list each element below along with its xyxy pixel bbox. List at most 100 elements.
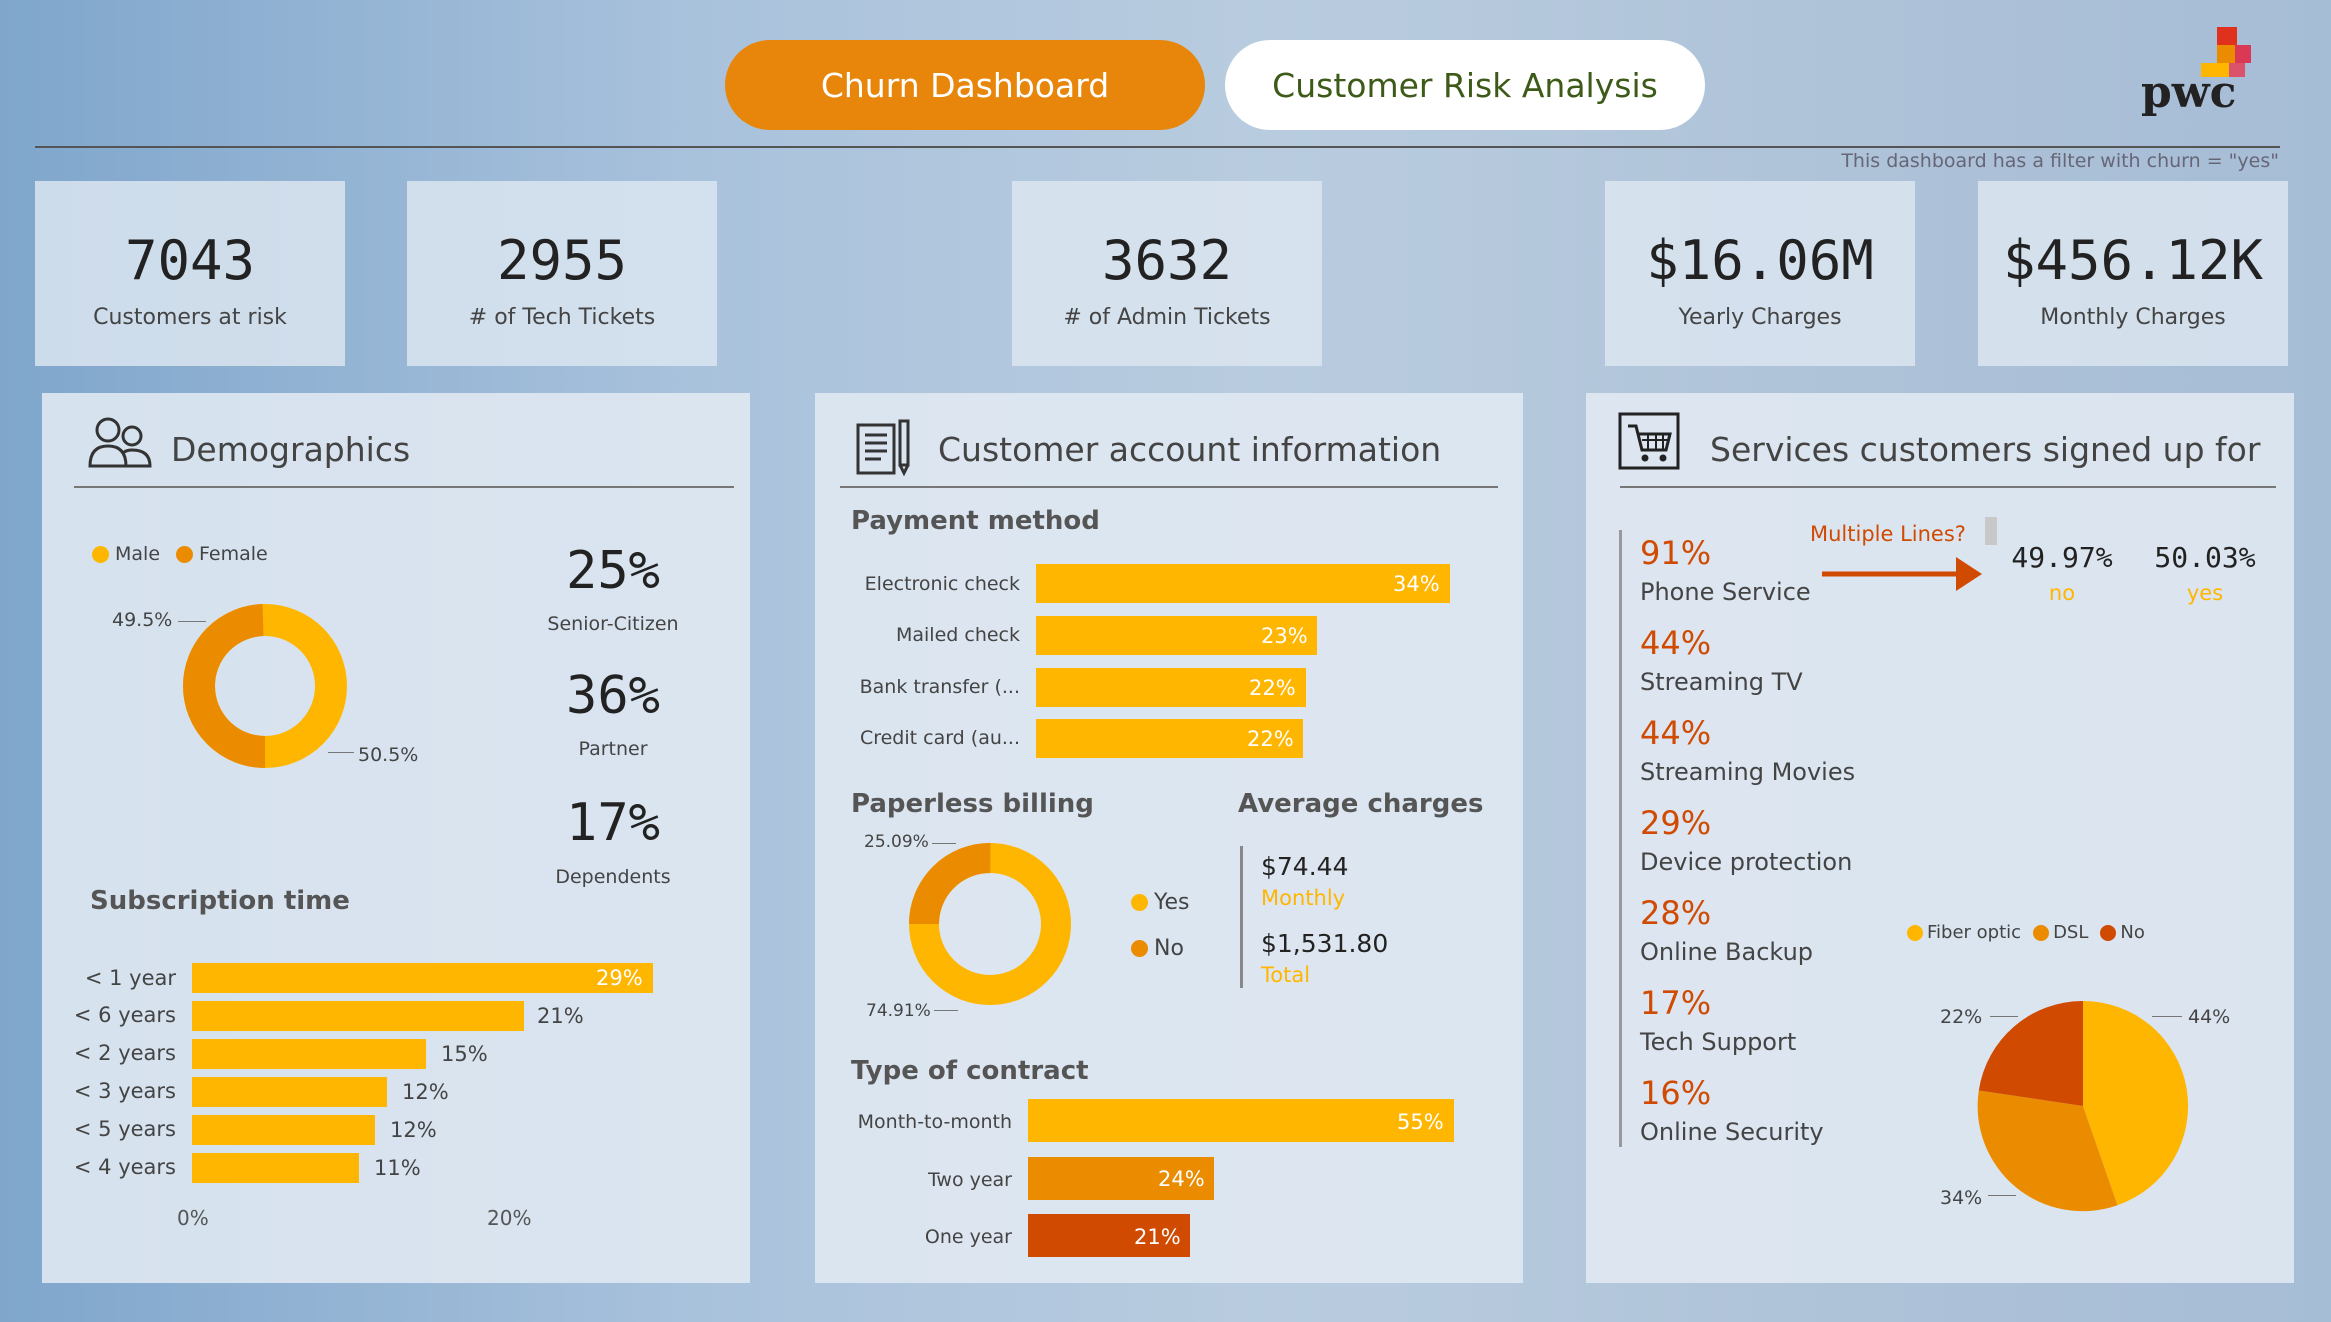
account-divider	[840, 486, 1498, 488]
legend-dot-dsl	[2033, 924, 2050, 941]
arrow-right-icon	[1822, 557, 1982, 591]
header-divider	[35, 146, 2280, 148]
shopping-cart-icon	[1618, 412, 1680, 470]
pay-value-bank: 22%	[1249, 676, 1296, 700]
sub-bar-4y	[192, 1153, 359, 1183]
avg-charges-title: Average charges	[1238, 789, 1484, 819]
paperless-leader-yes	[934, 1010, 958, 1011]
pwc-logo: pwc	[2135, 25, 2265, 125]
paperless-donut-chart	[909, 843, 1071, 1005]
tab-churn-dashboard[interactable]: Churn Dashboard	[725, 40, 1205, 130]
stat-dependents-value: 17%	[566, 793, 660, 853]
kpi-label: Monthly Charges	[2040, 305, 2226, 330]
kpi-label: Customers at risk	[93, 305, 287, 330]
legend-yes-label: Yes	[1154, 890, 1190, 915]
svc-label-backup: Online Backup	[1640, 938, 1814, 966]
kpi-card-monthly-charges: $456.12K Monthly Charges	[1978, 181, 2288, 366]
people-icon	[88, 417, 152, 468]
axis-tick-20: 20%	[487, 1206, 532, 1230]
pay-bar-echeck	[1036, 564, 1450, 603]
paperless-label-no: 25.09%	[864, 832, 929, 852]
stat-senior-value: 25%	[566, 541, 660, 601]
pay-label-mailed: Mailed check	[895, 624, 1020, 646]
filter-note: This dashboard has a filter with churn =…	[1841, 150, 2279, 172]
services-rule	[1619, 530, 1622, 1147]
gender-donut-chart	[183, 604, 347, 768]
kpi-value: $456.12K	[2002, 229, 2264, 292]
pie-label-fiber: 44%	[2188, 1006, 2231, 1028]
axis-tick-0: 0%	[177, 1206, 209, 1230]
kpi-value: 2955	[496, 229, 628, 292]
avg-monthly-value: $74.44	[1261, 852, 1349, 881]
stat-partner-label: Partner	[578, 738, 648, 760]
stat-dependents-label: Dependents	[555, 866, 671, 888]
stat-senior-label: Senior-Citizen	[547, 613, 679, 635]
sub-bar-6y	[192, 1001, 524, 1031]
legend-dot-no	[1131, 940, 1148, 957]
contract-value-2y: 24%	[1158, 1167, 1205, 1191]
sub-label-4y: < 4 years	[73, 1155, 176, 1179]
svc-label-device: Device protection	[1640, 848, 1853, 876]
multiple-lines-marker	[1985, 517, 1997, 545]
pay-value-mailed: 23%	[1261, 624, 1308, 648]
paperless-legend-no: No	[1131, 936, 1184, 961]
pie-leader-no	[1990, 1016, 2018, 1017]
subscription-title: Subscription time	[90, 886, 350, 916]
donut-leader-male	[178, 621, 206, 622]
svc-value-device: 29%	[1640, 804, 1712, 842]
kpi-card-admin-tickets: 3632 # of Admin Tickets	[1012, 181, 1322, 366]
pie-label-dsl: 34%	[1940, 1187, 1983, 1209]
donut-leader-female	[328, 752, 354, 753]
paperless-title: Paperless billing	[851, 789, 1094, 819]
sub-value-3y: 12%	[402, 1080, 449, 1104]
svc-value-movies: 44%	[1640, 714, 1712, 752]
invoice-icon	[856, 419, 910, 477]
svc-value-security: 16%	[1640, 1074, 1712, 1112]
pay-label-echeck: Electronic check	[864, 573, 1020, 595]
pie-leader-dsl	[1988, 1195, 2016, 1196]
payment-title: Payment method	[851, 506, 1100, 536]
contract-bar-m2m	[1028, 1099, 1454, 1142]
kpi-card-yearly-charges: $16.06M Yearly Charges	[1605, 181, 1915, 366]
ml-yes-value: 50.03%	[2154, 541, 2256, 574]
sub-value-2y: 15%	[441, 1042, 488, 1066]
avg-total-value: $1,531.80	[1261, 929, 1389, 958]
avg-total-label: Total	[1261, 963, 1311, 987]
kpi-card-customers: 7043 Customers at risk	[35, 181, 345, 366]
sub-label-5y: < 5 years	[73, 1117, 176, 1141]
multiple-lines-label: Multiple Lines?	[1810, 522, 1966, 546]
pay-label-bank: Bank transfer (...	[859, 676, 1020, 698]
contract-title: Type of contract	[851, 1056, 1089, 1086]
svc-label-movies: Streaming Movies	[1640, 758, 1856, 786]
svc-label-phone: Phone Service	[1640, 578, 1811, 606]
kpi-label: Yearly Charges	[1678, 305, 1842, 330]
ml-yes-label: yes	[2186, 581, 2224, 605]
pay-value-credit: 22%	[1247, 727, 1294, 751]
sub-label-3y: < 3 years	[73, 1079, 176, 1103]
svc-value-techsupport: 17%	[1640, 984, 1712, 1022]
services-divider	[1620, 486, 2276, 488]
svc-label-tv: Streaming TV	[1640, 668, 1803, 696]
gender-legend: Male Female	[92, 543, 268, 565]
legend-dot-female	[176, 545, 194, 563]
svc-value-phone: 91%	[1640, 534, 1712, 572]
contract-value-1y: 21%	[1134, 1225, 1181, 1249]
kpi-value: $16.06M	[1646, 229, 1874, 292]
kpi-label: # of Admin Tickets	[1063, 305, 1271, 330]
ml-no-label: no	[2048, 581, 2076, 605]
stat-partner-value: 36%	[566, 666, 660, 726]
kpi-value: 3632	[1101, 229, 1233, 292]
legend-male-label: Male	[115, 543, 161, 565]
svc-value-backup: 28%	[1640, 894, 1712, 932]
legend-dot-male	[92, 545, 109, 563]
legend-dsl-label: DSL	[2053, 922, 2089, 943]
sub-value-1y: 29%	[596, 966, 643, 990]
pay-label-credit: Credit card (au...	[859, 727, 1020, 749]
tab-customer-risk-analysis[interactable]: Customer Risk Analysis	[1225, 40, 1705, 130]
legend-female-label: Female	[199, 543, 268, 565]
sub-bar-2y	[192, 1039, 426, 1069]
avg-charges-rule	[1240, 846, 1243, 988]
sub-label-1y: < 1 year	[84, 966, 176, 990]
pwc-logo-text: pwc	[2141, 67, 2237, 118]
legend-dot-fiber	[1907, 924, 1923, 941]
